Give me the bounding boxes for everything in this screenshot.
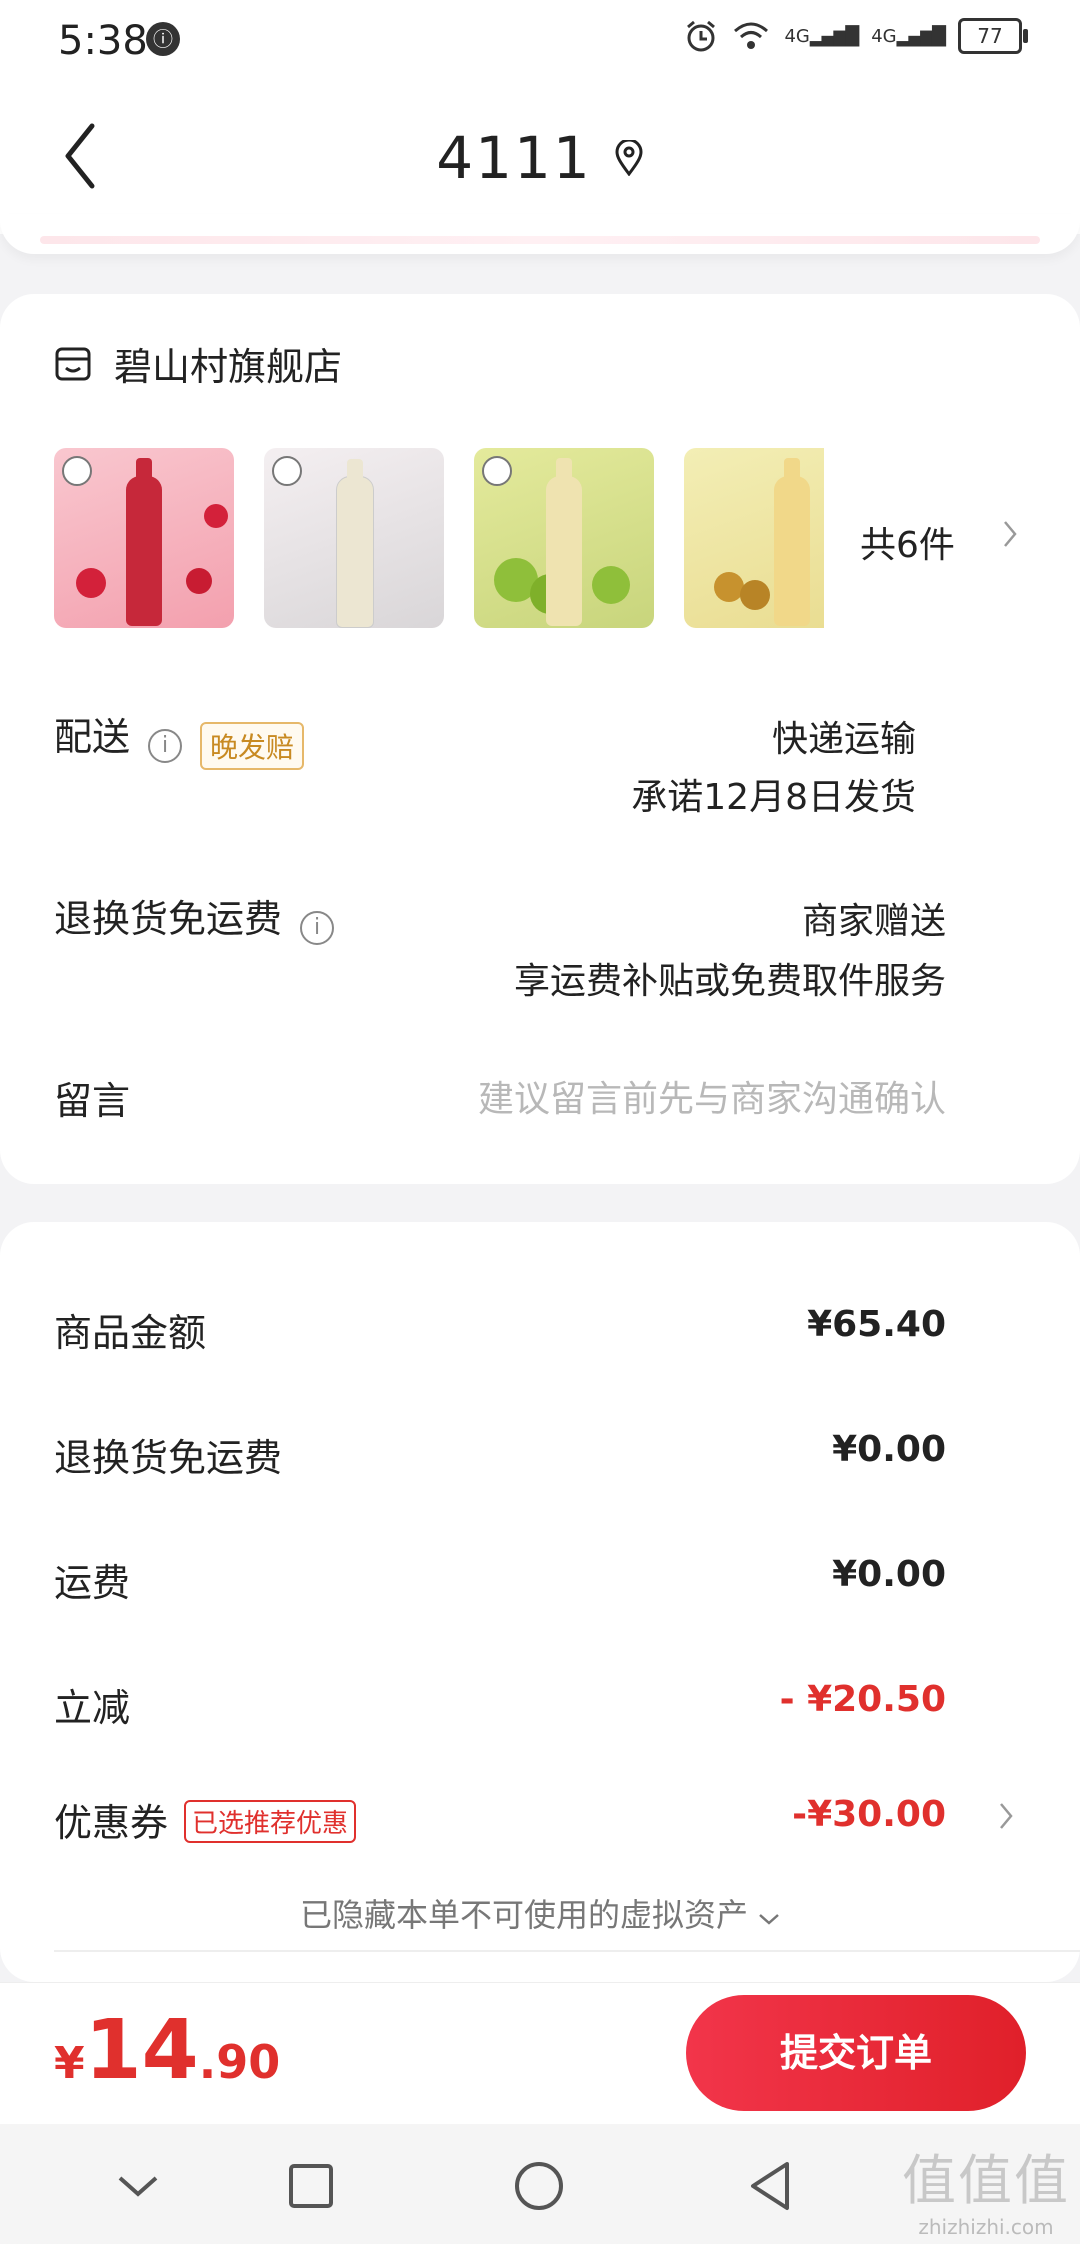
network-label-2: 4G xyxy=(871,25,897,47)
address-card-edge[interactable] xyxy=(0,214,1080,254)
price-amount: - ¥20.50 xyxy=(779,1679,946,1720)
total-integer: 14 xyxy=(84,2003,199,2098)
status-bar: 5:38 ⓘ 4G▂▄▆█ 4G▂▄▆█ 77 xyxy=(0,0,1080,84)
system-nav-bar: 值值值 zhizhizhi.com xyxy=(0,2124,1080,2244)
info-icon[interactable]: i xyxy=(300,910,335,945)
chevron-right-icon[interactable] xyxy=(1002,518,1018,550)
price-amount: ¥0.00 xyxy=(832,1429,946,1470)
signal-icon-2: 4G▂▄▆█ xyxy=(871,25,946,47)
submit-order-button[interactable]: 提交订单 xyxy=(686,1995,1026,2111)
store-order-card: 碧山村旗舰店 共6件 配送 i 晚发赔 快递运输 承诺12月8日发货 退换货免运… xyxy=(0,294,1080,1184)
price-row-return-shipping: 退换货免运费 ¥0.00 xyxy=(54,1427,1026,1487)
coupon-label: 优惠券 xyxy=(54,1801,169,1845)
signal-icon-1: 4G▂▄▆█ xyxy=(784,25,859,47)
price-amount: -¥30.00 xyxy=(792,1794,946,1835)
watermark-logo: 值值值 xyxy=(902,2149,1070,2212)
info-icon[interactable]: i xyxy=(148,728,183,763)
product-count[interactable]: 共6件 xyxy=(860,516,955,568)
price-label: 退换货免运费 xyxy=(54,1436,283,1480)
product-thumbnail[interactable] xyxy=(264,448,444,628)
nav-home-icon[interactable] xyxy=(511,2158,567,2214)
message-row[interactable]: 留言 建议留言前先与商家沟通确认 xyxy=(54,1070,1026,1125)
bottle-image xyxy=(126,458,162,626)
returns-desc: 享运费补贴或免费取件服务 xyxy=(513,961,946,1002)
price-summary-card: 商品金额 ¥65.40 退换货免运费 ¥0.00 运费 ¥0.00 立减 - ¥… xyxy=(0,1222,1080,1982)
brand-logo-icon xyxy=(272,456,302,486)
recommended-coupon-tag: 已选推荐优惠 xyxy=(184,1800,357,1843)
nut-icon xyxy=(740,580,770,610)
strawberry-icon xyxy=(204,504,228,528)
message-input[interactable]: 建议留言前先与商家沟通确认 xyxy=(478,1070,946,1122)
strawberry-icon xyxy=(76,568,106,598)
watermark: 值值值 zhizhizhi.com xyxy=(902,2136,1070,2239)
product-thumbnail[interactable] xyxy=(54,448,234,628)
status-icons: 4G▂▄▆█ 4G▂▄▆█ 77 xyxy=(684,18,1028,54)
checkout-bar: ¥14.90 提交订单 xyxy=(0,1982,1080,2125)
page-header: 4111 xyxy=(0,84,1080,234)
page-title: 4111 xyxy=(436,124,592,192)
network-label-1: 4G xyxy=(784,25,810,47)
price-label: 优惠券 已选推荐优惠 xyxy=(54,1792,357,1847)
returns-label: 退换货免运费 xyxy=(54,897,283,941)
late-compensation-tag: 晚发赔 xyxy=(200,721,305,770)
bottle-image xyxy=(336,459,374,628)
green-plum-icon xyxy=(592,566,630,604)
price-row-shipping: 运费 ¥0.00 xyxy=(54,1552,1026,1612)
watermark-url: zhizhizhi.com xyxy=(918,2215,1054,2239)
hidden-assets-toggle[interactable]: 已隐藏本单不可使用的虚拟资产 xyxy=(0,1890,1080,1936)
store-header[interactable]: 碧山村旗舰店 xyxy=(54,336,342,391)
alarm-icon xyxy=(687,20,716,52)
status-time: 5:38 xyxy=(58,18,148,64)
delivery-method: 快递运输 xyxy=(771,719,916,760)
header-title-area[interactable]: 4111 xyxy=(0,124,1080,192)
price-label: 商品金额 xyxy=(54,1311,207,1355)
message-label: 留言 xyxy=(54,1079,131,1123)
price-row-discount: 立减 - ¥20.50 xyxy=(54,1677,1026,1737)
nav-collapse-icon[interactable] xyxy=(110,2158,166,2214)
wifi-icon xyxy=(734,22,769,49)
price-label: 运费 xyxy=(54,1561,131,1605)
product-thumbnail[interactable] xyxy=(474,448,654,628)
store-name: 碧山村旗舰店 xyxy=(114,345,343,389)
bottle-image xyxy=(774,458,810,626)
hidden-assets-text: 已隐藏本单不可使用的虚拟资产 xyxy=(299,1896,748,1934)
store-icon xyxy=(55,347,91,380)
location-pin-icon xyxy=(615,140,643,176)
price-row-goods: 商品金额 ¥65.40 xyxy=(54,1302,1026,1362)
delivery-promise: 承诺12月8日发货 xyxy=(631,777,916,818)
returns-row[interactable]: 退换货免运费 i 商家赠送 享运费补贴或免费取件服务 xyxy=(54,888,1026,1002)
notification-badge-icon: ⓘ xyxy=(146,22,180,56)
total-decimal: .90 xyxy=(198,2035,281,2089)
bottle-image xyxy=(546,458,582,626)
product-thumbnails[interactable] xyxy=(54,448,824,632)
product-thumbnail[interactable] xyxy=(684,448,824,628)
price-row-coupon[interactable]: 优惠券 已选推荐优惠 -¥30.00 xyxy=(54,1792,1026,1852)
battery-icon: 77 xyxy=(958,18,1028,54)
nav-recents-icon[interactable] xyxy=(283,2158,339,2214)
returns-value: 商家赠送 xyxy=(801,901,946,942)
delivery-label: 配送 xyxy=(54,715,131,759)
price-amount: ¥0.00 xyxy=(832,1554,946,1595)
chevron-right-icon[interactable] xyxy=(998,1800,1014,1832)
order-total: ¥14.90 xyxy=(54,2003,280,2098)
chevron-down-icon xyxy=(759,1914,779,1925)
strawberry-icon xyxy=(186,568,212,594)
price-amount: ¥65.40 xyxy=(807,1304,946,1345)
brand-logo-icon xyxy=(62,456,92,486)
nav-back-icon[interactable] xyxy=(743,2158,799,2214)
currency-symbol: ¥ xyxy=(54,2038,85,2089)
brand-logo-icon xyxy=(482,456,512,486)
price-label: 立减 xyxy=(54,1686,131,1730)
delivery-row[interactable]: 配送 i 晚发赔 快递运输 承诺12月8日发货 xyxy=(54,706,1026,818)
divider xyxy=(54,1950,1080,1952)
